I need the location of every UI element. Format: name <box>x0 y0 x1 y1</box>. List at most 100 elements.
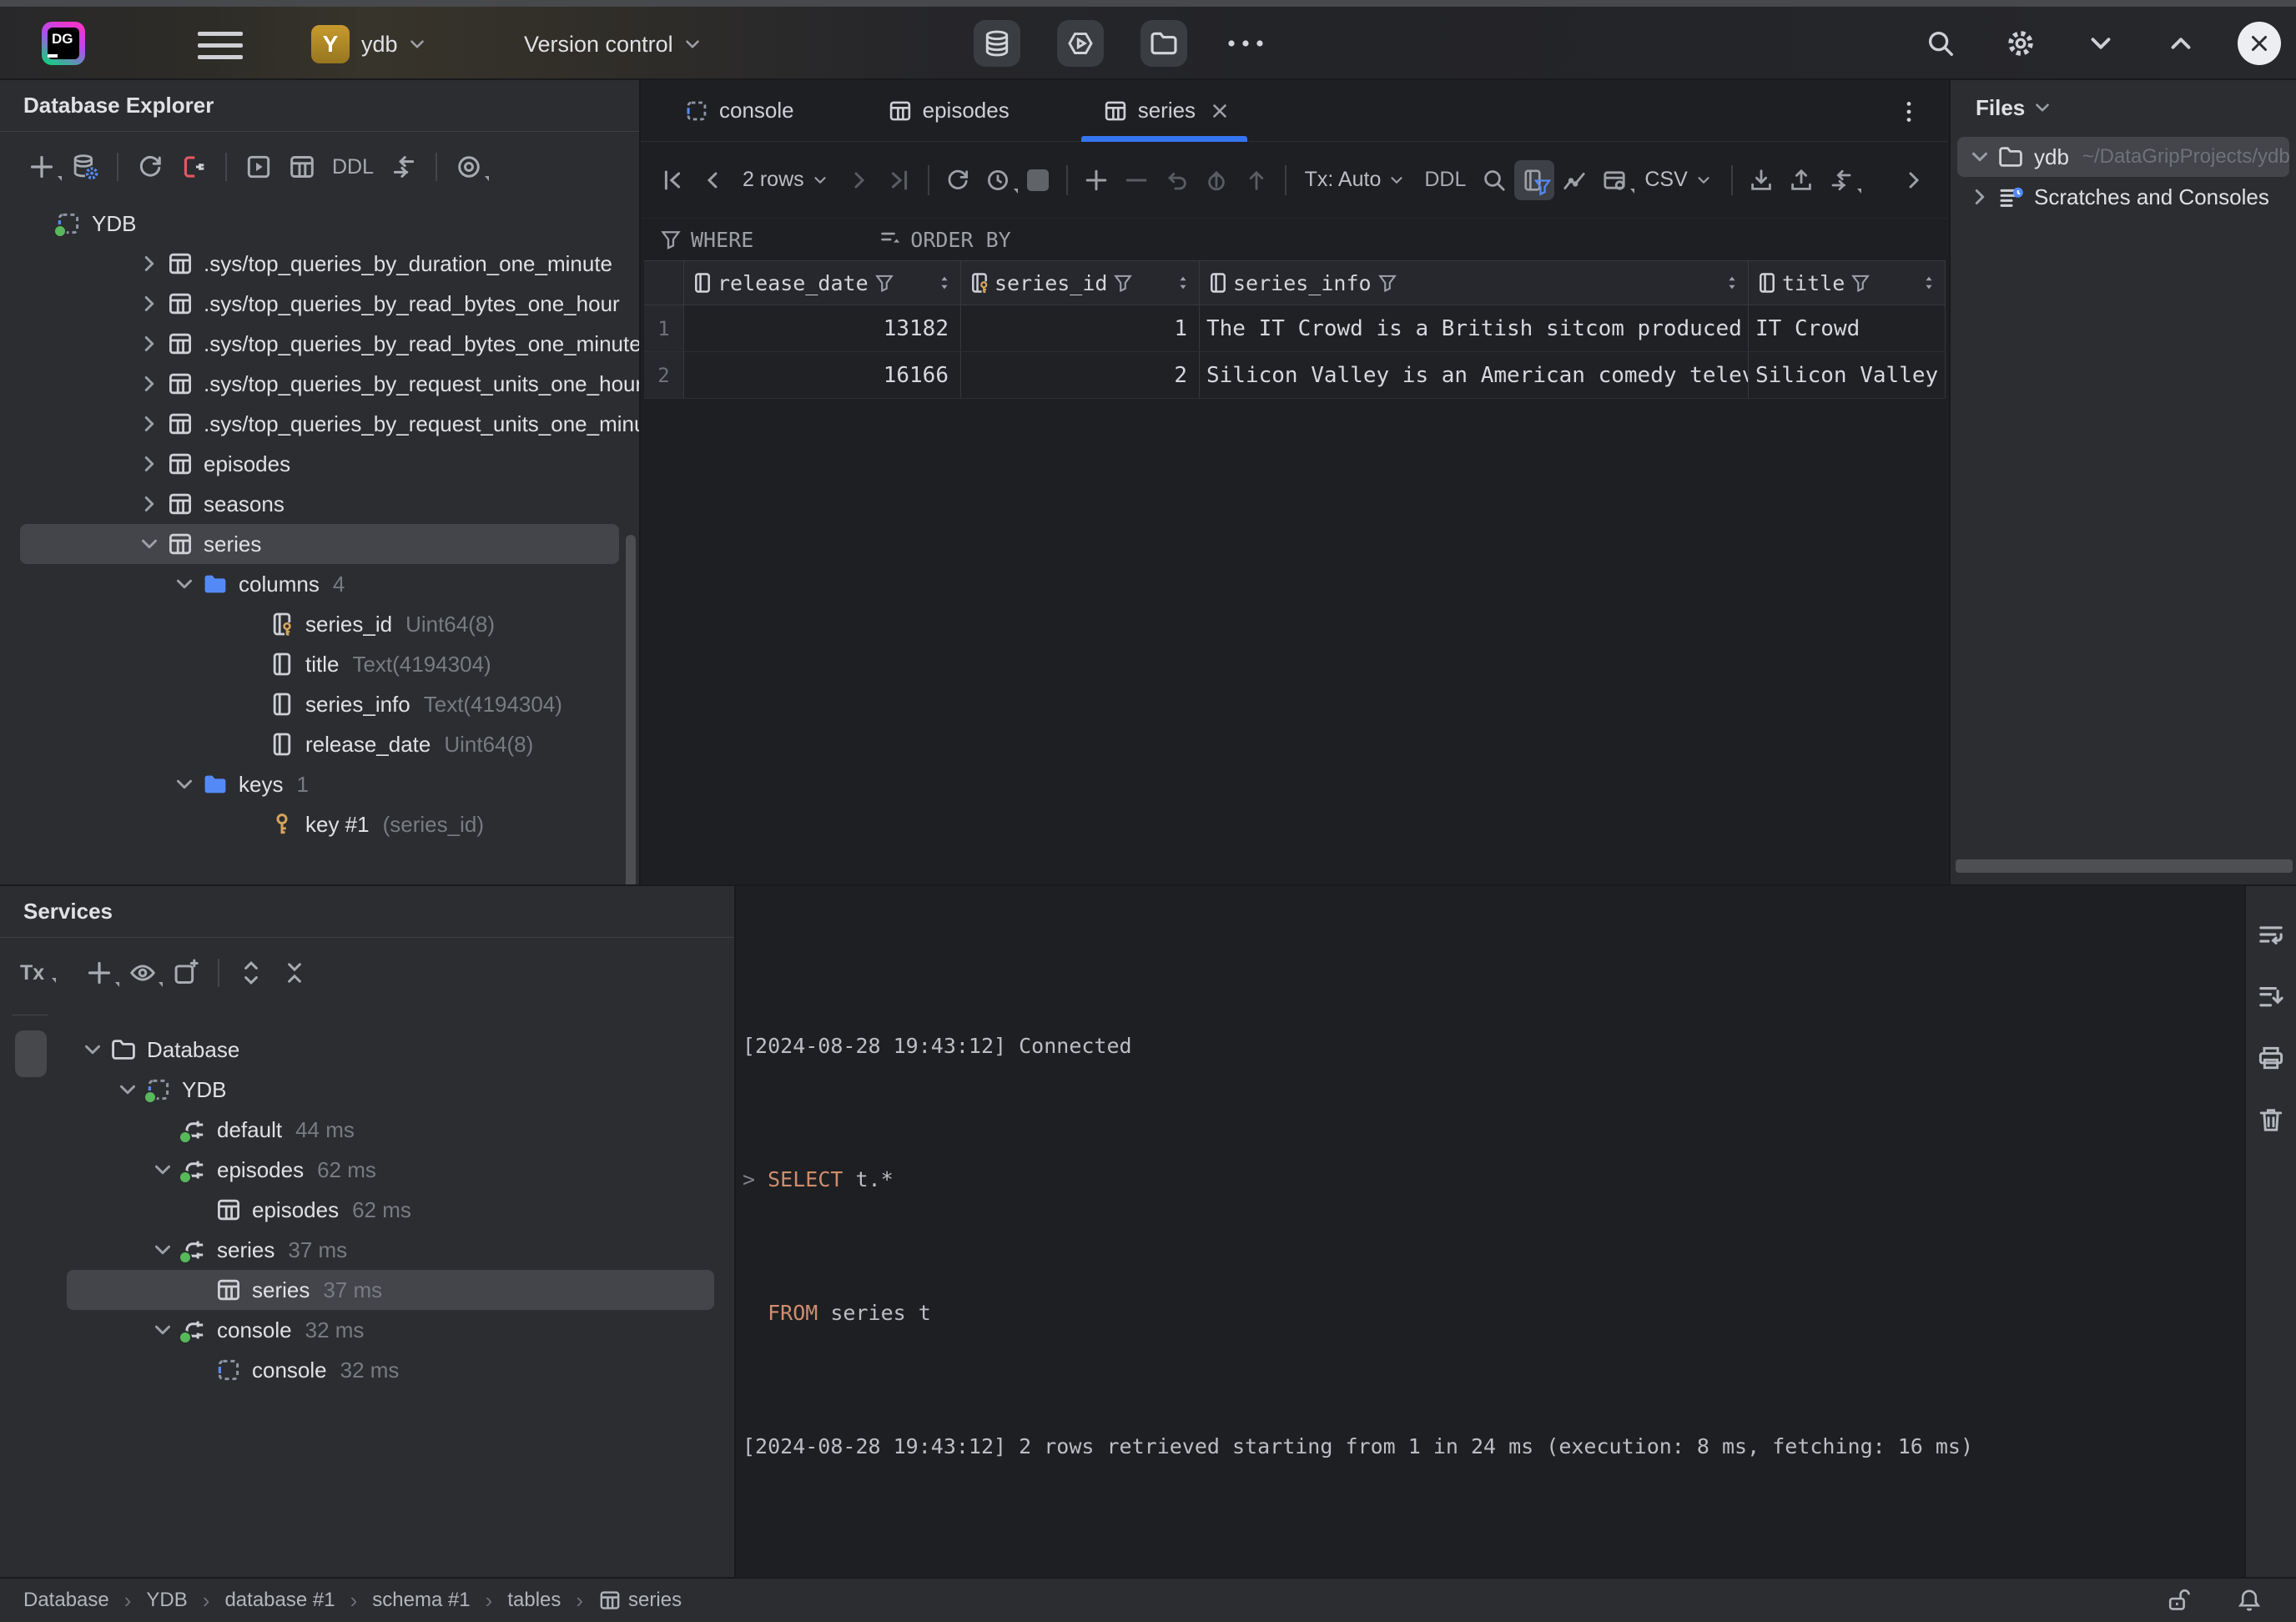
expand-all-button[interactable] <box>229 951 273 995</box>
first-page-button[interactable] <box>652 160 692 200</box>
chevron-icon[interactable] <box>150 1237 175 1262</box>
chevron-icon[interactable] <box>172 572 197 597</box>
export-format-selector[interactable]: CSV <box>1634 168 1722 192</box>
disconnect-button[interactable] <box>172 145 215 189</box>
tab-close-icon[interactable] <box>1209 100 1231 122</box>
page-size-selector[interactable]: 2 rows <box>733 168 839 192</box>
chevron-icon[interactable] <box>150 1157 175 1182</box>
add-row-button[interactable] <box>1076 160 1116 200</box>
jump-to-editor-button[interactable] <box>382 145 425 189</box>
title-cell[interactable]: Silicon Valley <box>1749 352 1946 398</box>
settings-button[interactable] <box>1997 20 2044 67</box>
files-panel-header[interactable]: Files <box>1951 80 2296 135</box>
new-datasource-button[interactable] <box>20 145 63 189</box>
chevron-icon[interactable] <box>137 331 162 356</box>
sort-icon[interactable] <box>1920 274 1938 292</box>
compare-data-button[interactable] <box>1821 160 1861 200</box>
datasource-properties-button[interactable] <box>63 145 107 189</box>
chart-view-button[interactable] <box>1554 160 1594 200</box>
open-data-button[interactable] <box>280 145 324 189</box>
series-info-cell[interactable]: Silicon Valley is an American comedy tel… <box>1200 352 1749 398</box>
chevron-icon[interactable] <box>137 371 162 396</box>
open-in-new-tab-button[interactable] <box>164 951 208 995</box>
tree-item[interactable]: YDB <box>20 204 619 244</box>
chevron-icon[interactable] <box>1967 144 1992 169</box>
tree-item[interactable]: episodes 62 ms <box>67 1150 714 1190</box>
chevron-icon[interactable] <box>137 531 162 557</box>
grid-column-header[interactable]: series_info <box>1200 261 1749 305</box>
project-widget[interactable]: Y ydb <box>311 25 428 63</box>
tree-item[interactable]: console 32 ms <box>67 1350 714 1390</box>
editor-tab[interactable]: console <box>657 80 851 142</box>
version-control-widget[interactable]: Version control <box>524 25 703 63</box>
query-console-button[interactable] <box>1057 20 1104 67</box>
chevron-icon[interactable] <box>137 251 162 276</box>
ddl-button[interactable]: DDL <box>324 155 382 179</box>
toolbar-overflow-button[interactable] <box>1894 160 1934 200</box>
tree-item[interactable]: Scratches and Consoles <box>1957 177 2289 217</box>
explorer-scrollbar[interactable] <box>626 535 636 884</box>
more-toolwindows-button[interactable] <box>1224 29 1267 58</box>
chevron-icon[interactable] <box>1967 184 1992 209</box>
main-menu-button[interactable] <box>198 32 244 68</box>
tree-item[interactable]: series 37 ms <box>67 1230 714 1270</box>
tree-item[interactable]: ydb ~/DataGripProjects/ydb <box>1957 137 2289 177</box>
row-number-cell[interactable]: 2 <box>644 352 684 398</box>
chevron-icon[interactable] <box>150 1317 175 1342</box>
minimize-button[interactable] <box>2077 20 2124 67</box>
breadcrumb-item[interactable]: YDB <box>146 1588 224 1614</box>
ddl-button[interactable]: DDL <box>1416 168 1474 192</box>
import-data-button[interactable] <box>1781 160 1821 200</box>
close-window-button[interactable] <box>2238 22 2281 65</box>
grid-column-header[interactable]: release_date <box>684 261 961 305</box>
chevron-icon[interactable] <box>137 451 162 476</box>
sort-icon[interactable] <box>1723 274 1741 292</box>
funnel-icon[interactable] <box>874 272 895 294</box>
open-console-button[interactable] <box>237 145 280 189</box>
tree-item[interactable]: YDB <box>67 1070 714 1110</box>
collapse-all-button[interactable] <box>273 951 316 995</box>
tree-item[interactable]: title Text(4194304) <box>20 644 619 684</box>
tree-item[interactable]: columns 4 <box>20 564 619 604</box>
chevron-icon[interactable] <box>115 1077 140 1102</box>
submit-button[interactable] <box>1236 160 1276 200</box>
tree-item[interactable]: .sys/top_queries_by_request_units_one_mi… <box>20 404 619 444</box>
database-toolwindow-button[interactable] <box>974 20 1020 67</box>
sort-icon[interactable] <box>1174 274 1192 292</box>
view-options-button[interactable] <box>121 951 164 995</box>
funnel-icon[interactable] <box>1850 272 1871 294</box>
chevron-icon[interactable] <box>80 1037 105 1062</box>
tree-item[interactable]: series <box>20 524 619 564</box>
order-by-clause-field[interactable]: ORDER BY <box>879 228 1010 252</box>
breadcrumb-item[interactable]: database #1 <box>224 1588 372 1614</box>
delete-row-button[interactable] <box>1116 160 1156 200</box>
tree-item[interactable]: episodes 62 ms <box>67 1190 714 1230</box>
breadcrumb-item[interactable]: Database <box>23 1588 146 1614</box>
table-row[interactable]: 2 16166 2 Silicon Valley is an American … <box>644 352 1946 399</box>
tree-item[interactable]: series 37 ms <box>67 1270 714 1310</box>
tree-item[interactable]: console 32 ms <box>67 1310 714 1350</box>
tree-item[interactable]: keys 1 <box>20 764 619 804</box>
view-options-button[interactable] <box>447 145 491 189</box>
grid-corner-cell[interactable] <box>644 261 684 305</box>
editor-tab[interactable]: episodes <box>861 80 1066 142</box>
row-number-cell[interactable]: 1 <box>644 305 684 351</box>
add-service-button[interactable] <box>78 951 121 995</box>
title-cell[interactable]: IT Crowd <box>1749 305 1946 351</box>
grid-view-settings-button[interactable] <box>1594 160 1634 200</box>
tree-item[interactable]: release_date Uint64(8) <box>20 724 619 764</box>
tx-mode-button[interactable]: Tx <box>20 961 44 985</box>
tab-options-button[interactable] <box>1892 95 1926 128</box>
maximize-button[interactable] <box>2158 20 2204 67</box>
lock-open-icon[interactable] <box>2166 1587 2193 1614</box>
breadcrumb-item[interactable]: schema #1 <box>372 1588 507 1614</box>
last-page-button[interactable] <box>879 160 919 200</box>
preview-changes-button[interactable] <box>1196 160 1236 200</box>
breadcrumb-item[interactable]: tables <box>507 1588 598 1614</box>
files-horizontal-scrollbar[interactable] <box>1956 859 2293 873</box>
previous-page-button[interactable] <box>692 160 733 200</box>
release-date-cell[interactable]: 13182 <box>684 305 961 351</box>
files-toolwindow-button[interactable] <box>1140 20 1187 67</box>
tree-item[interactable]: series_id Uint64(8) <box>20 604 619 644</box>
tree-item[interactable]: default 44 ms <box>67 1110 714 1150</box>
